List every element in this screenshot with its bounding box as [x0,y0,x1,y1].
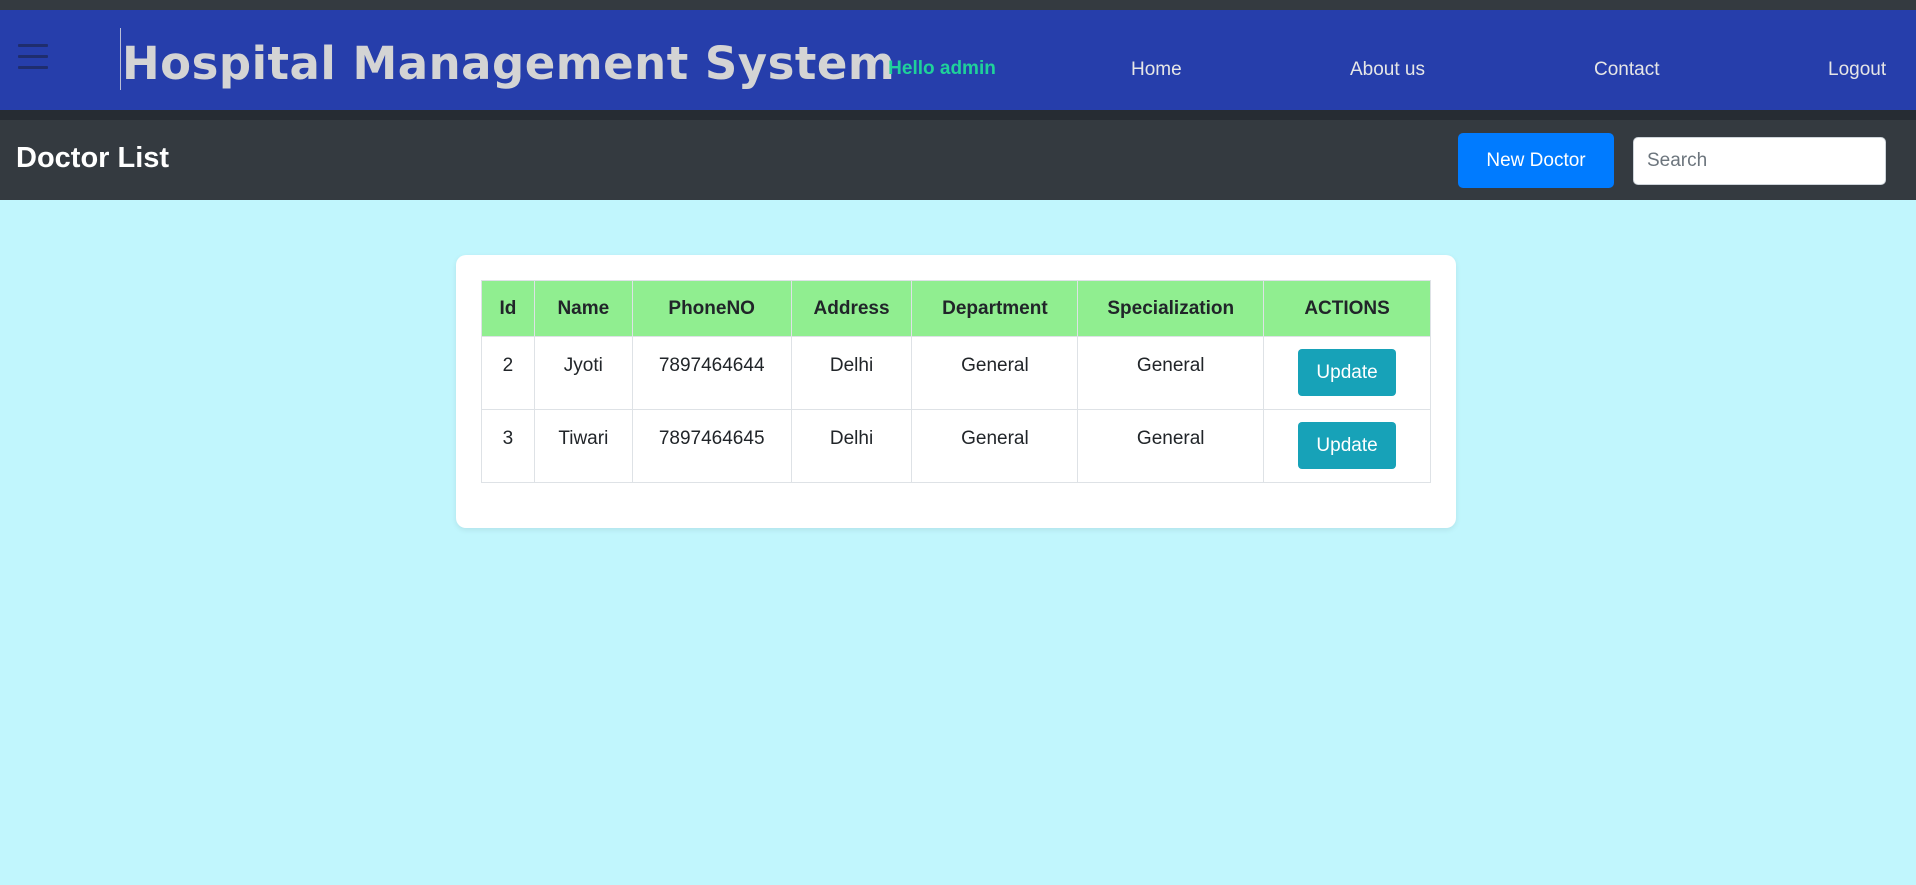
doctor-table-card: Id Name PhoneNO Address Department Speci… [456,255,1456,528]
greeting-text: Hello admin [888,58,996,79]
nav-link-logout[interactable]: Logout [1828,59,1886,81]
page-title: Doctor List [16,142,170,174]
cell-actions: Update [1263,409,1431,483]
search-input[interactable] [1633,137,1886,185]
nav-link-contact[interactable]: Contact [1594,59,1659,81]
column-header-address: Address [790,280,913,337]
table-row: 3 Tiwari 7897464645 Delhi General Genera… [481,409,1431,483]
page-toolbar: Doctor List New Doctor [0,120,1916,200]
cell-specialization: General [1077,336,1265,410]
hamburger-menu-icon[interactable] [18,42,48,72]
brand-divider [120,28,121,90]
cell-phone: 7897464645 [631,409,792,483]
cell-name: Tiwari [533,409,633,483]
update-button[interactable]: Update [1298,422,1397,469]
cell-specialization: General [1077,409,1265,483]
column-header-specialization: Specialization [1077,280,1265,337]
cell-name: Jyoti [533,336,633,410]
nav-link-about-us[interactable]: About us [1350,59,1425,81]
new-doctor-button[interactable]: New Doctor [1458,133,1614,188]
doctor-table: Id Name PhoneNO Address Department Speci… [481,280,1431,483]
nav-link-home[interactable]: Home [1131,59,1182,81]
column-header-name: Name [533,280,633,337]
column-header-department: Department [911,280,1079,337]
cell-id: 2 [481,336,535,410]
cell-actions: Update [1263,336,1431,410]
cell-address: Delhi [790,336,913,410]
cell-department: General [911,336,1079,410]
column-header-actions: ACTIONS [1263,280,1431,337]
brand-title: Hospital Management System [122,37,896,90]
top-strip [0,0,1916,10]
table-header-row: Id Name PhoneNO Address Department Speci… [481,280,1431,337]
cell-address: Delhi [790,409,913,483]
cell-phone: 7897464644 [631,336,792,410]
column-header-id: Id [481,280,535,337]
navbar: Hospital Management System Hello admin H… [0,10,1916,110]
navbar-divider-bar [0,110,1916,120]
cell-id: 3 [481,409,535,483]
table-row: 2 Jyoti 7897464644 Delhi General General… [481,336,1431,410]
update-button[interactable]: Update [1298,349,1397,396]
column-header-phone: PhoneNO [631,280,792,337]
cell-department: General [911,409,1079,483]
